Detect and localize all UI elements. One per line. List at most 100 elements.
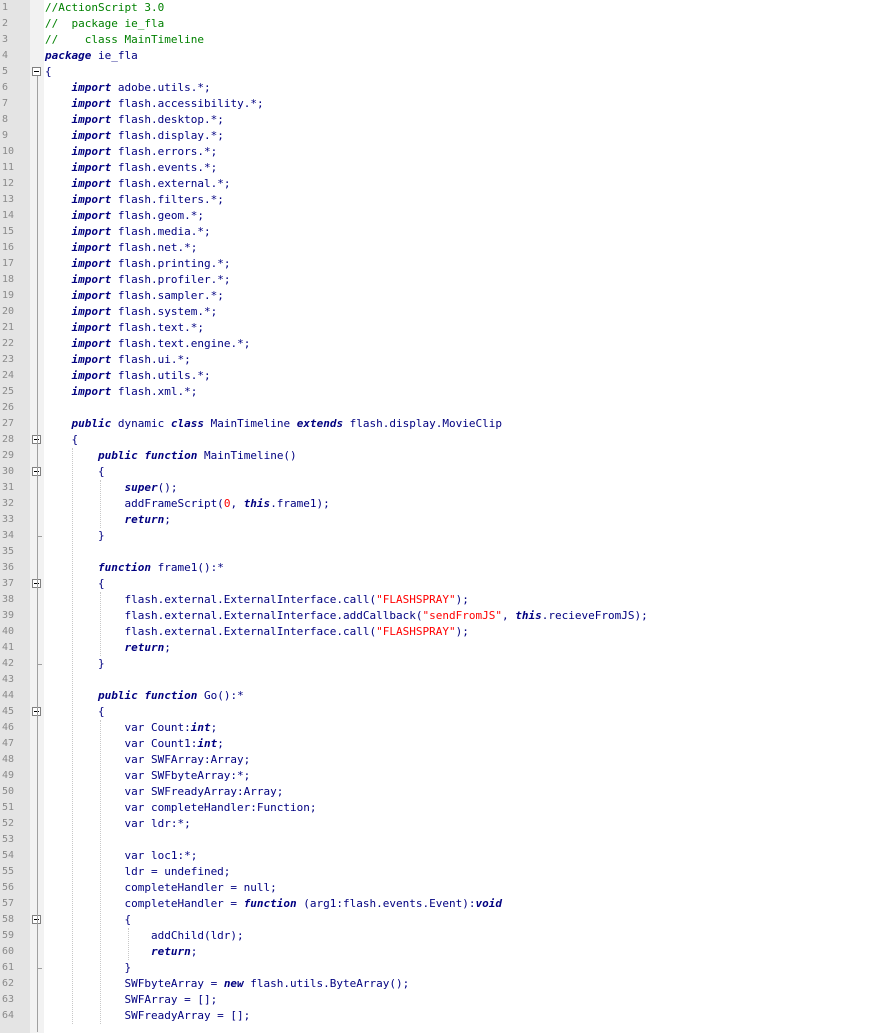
line-number: 24 bbox=[2, 370, 15, 381]
line-number: 59 bbox=[2, 930, 15, 941]
line-number: 36 bbox=[2, 562, 15, 573]
line-number: 52 bbox=[2, 818, 15, 829]
code-text: import flash.text.engine.*; bbox=[71, 337, 251, 350]
line-number: 43 bbox=[2, 674, 15, 685]
fold-end-tick bbox=[37, 664, 42, 665]
line-number: 63 bbox=[2, 994, 15, 1005]
code-line: 54 var loc1:*; bbox=[0, 848, 892, 864]
code-text: return; bbox=[124, 513, 171, 526]
code-line: 6 import adobe.utils.*; bbox=[0, 80, 892, 96]
line-number: 33 bbox=[2, 514, 15, 525]
line-number: 51 bbox=[2, 802, 15, 813]
code-line: 40 flash.external.ExternalInterface.call… bbox=[0, 624, 892, 640]
line-number: 56 bbox=[2, 882, 15, 893]
fold-line bbox=[37, 588, 38, 664]
fold-line bbox=[37, 476, 38, 536]
code-line: 56 completeHandler = null; bbox=[0, 880, 892, 896]
code-text: import flash.text.*; bbox=[71, 321, 204, 334]
code-text: { bbox=[45, 433, 79, 446]
fold-end-tick bbox=[37, 968, 42, 969]
code-text: return; bbox=[124, 641, 171, 654]
line-number: 40 bbox=[2, 626, 15, 637]
line-number: 3 bbox=[2, 34, 9, 45]
code-text: flash.external.ExternalInterface.addCall… bbox=[45, 609, 648, 622]
code-text: import flash.desktop.*; bbox=[71, 113, 224, 126]
code-text: public function Go():* bbox=[97, 689, 244, 702]
code-text: flash.external.ExternalInterface.call("F… bbox=[45, 625, 469, 638]
code-text: import flash.sampler.*; bbox=[71, 289, 224, 302]
fold-line bbox=[37, 924, 38, 968]
code-line: 49 var SWFbyteArray:*; bbox=[0, 768, 892, 784]
code-line: 39 flash.external.ExternalInterface.addC… bbox=[0, 608, 892, 624]
indent-guide bbox=[100, 720, 101, 1024]
line-number: 8 bbox=[2, 114, 9, 125]
code-line: 7 import flash.accessibility.*; bbox=[0, 96, 892, 112]
code-text: SWFreadyArray = []; bbox=[45, 1009, 251, 1022]
code-text: flash.external.ExternalInterface.call("F… bbox=[45, 593, 469, 606]
code-line: 11 import flash.events.*; bbox=[0, 160, 892, 176]
code-line: 2 // package ie_fla bbox=[0, 16, 892, 32]
code-line: 33 return; bbox=[0, 512, 892, 528]
code-line: 15 import flash.media.*; bbox=[0, 224, 892, 240]
code-text: import adobe.utils.*; bbox=[71, 81, 211, 94]
code-text: package ie_fla bbox=[45, 49, 138, 62]
line-number: 17 bbox=[2, 258, 15, 269]
code-line: 58 { bbox=[0, 912, 892, 928]
code-line: 12 import flash.external.*; bbox=[0, 176, 892, 192]
code-line: 14 import flash.geom.*; bbox=[0, 208, 892, 224]
line-number: 53 bbox=[2, 834, 15, 845]
code-line: 43 bbox=[0, 672, 892, 688]
line-number: 34 bbox=[2, 530, 15, 541]
code-line: 35 bbox=[0, 544, 892, 560]
line-number: 23 bbox=[2, 354, 15, 365]
line-number: 47 bbox=[2, 738, 15, 749]
code-line: 60 return; bbox=[0, 944, 892, 960]
code-text: import flash.display.*; bbox=[71, 129, 224, 142]
code-line: 38 flash.external.ExternalInterface.call… bbox=[0, 592, 892, 608]
fold-line bbox=[37, 716, 38, 1032]
line-number: 50 bbox=[2, 786, 15, 797]
line-number: 44 bbox=[2, 690, 15, 701]
code-text: return; bbox=[150, 945, 198, 958]
fold-toggle-icon[interactable] bbox=[32, 67, 41, 76]
code-line: 25 import flash.xml.*; bbox=[0, 384, 892, 400]
code-text: import flash.filters.*; bbox=[71, 193, 224, 206]
line-number: 58 bbox=[2, 914, 15, 925]
code-text: import flash.net.*; bbox=[71, 241, 198, 254]
code-line: 53 bbox=[0, 832, 892, 848]
code-line: 61 } bbox=[0, 960, 892, 976]
code-editor[interactable]: 1 //ActionScript 3.0 2 // package ie_fla 3 //… bbox=[0, 0, 892, 1033]
code-line: 1 //ActionScript 3.0 bbox=[0, 0, 892, 16]
code-line: 18 import flash.profiler.*; bbox=[0, 272, 892, 288]
code-text: { bbox=[45, 577, 105, 590]
code-line: 32 addFrameScript(0, this.frame1); bbox=[0, 496, 892, 512]
line-number: 10 bbox=[2, 146, 15, 157]
code-line: 55 ldr = undefined; bbox=[0, 864, 892, 880]
line-number: 38 bbox=[2, 594, 15, 605]
code-text: completeHandler = null; bbox=[45, 881, 277, 894]
indent-guide bbox=[128, 928, 129, 960]
code-line: 37 { bbox=[0, 576, 892, 592]
code-line: 5{ bbox=[0, 64, 892, 80]
code-text: addFrameScript(0, this.frame1); bbox=[45, 497, 330, 510]
line-number: 21 bbox=[2, 322, 15, 333]
code-text: var SWFArray:Array; bbox=[45, 753, 251, 766]
line-number: 19 bbox=[2, 290, 15, 301]
code-line: 64 SWFreadyArray = []; bbox=[0, 1008, 892, 1024]
line-number: 62 bbox=[2, 978, 15, 989]
code-line: 23 import flash.ui.*; bbox=[0, 352, 892, 368]
line-number: 25 bbox=[2, 386, 15, 397]
line-number: 32 bbox=[2, 498, 15, 509]
code-line: 3 // class MainTimeline bbox=[0, 32, 892, 48]
code-line: 52 var ldr:*; bbox=[0, 816, 892, 832]
code-text: var loc1:*; bbox=[45, 849, 198, 862]
code-text: import flash.xml.*; bbox=[71, 385, 198, 398]
line-number: 1 bbox=[2, 2, 9, 13]
code-line: 48 var SWFArray:Array; bbox=[0, 752, 892, 768]
code-text: import flash.printing.*; bbox=[71, 257, 231, 270]
line-number: 49 bbox=[2, 770, 15, 781]
code-line: 4 package ie_fla bbox=[0, 48, 892, 64]
line-number: 5 bbox=[2, 66, 9, 77]
code-text: } bbox=[45, 657, 105, 670]
line-number: 41 bbox=[2, 642, 15, 653]
